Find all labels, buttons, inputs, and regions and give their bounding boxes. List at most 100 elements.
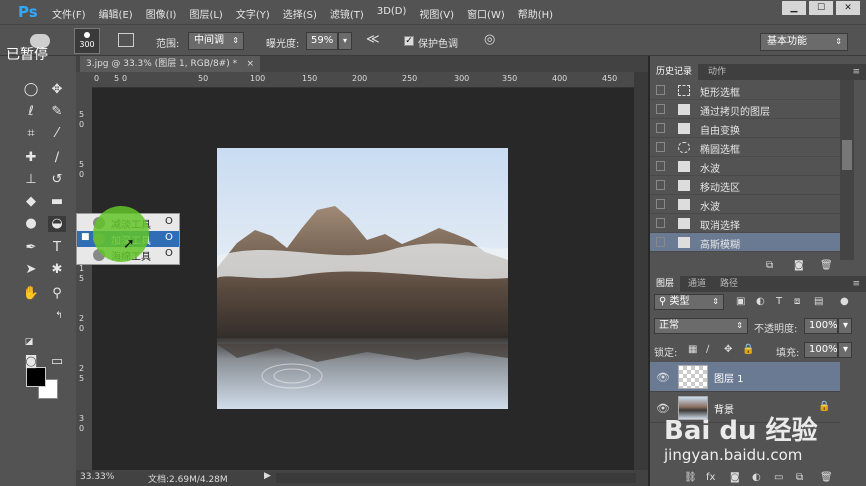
history-item[interactable]: 通过拷贝的图层 bbox=[650, 100, 840, 119]
range-select[interactable]: 中间调 ⇕ bbox=[188, 32, 244, 50]
adjustment-layer-icon[interactable]: ◐ bbox=[752, 472, 761, 483]
clone-stamp-icon[interactable]: ⊥ bbox=[22, 172, 40, 188]
document-tab[interactable]: 3.jpg @ 33.3% (图层 1, RGB/8#) * × bbox=[80, 56, 260, 72]
exposure-dropdown[interactable]: ▾ bbox=[338, 32, 352, 50]
menu-type[interactable]: 文字(Y) bbox=[236, 6, 270, 21]
close-button[interactable]: ✕ bbox=[836, 1, 860, 15]
history-item[interactable]: 移动选区 bbox=[650, 176, 840, 195]
camera-icon[interactable]: ◙ bbox=[794, 260, 804, 271]
history-item[interactable]: 水波 bbox=[650, 157, 840, 176]
history-source-checkbox[interactable] bbox=[656, 180, 665, 190]
brush-panel-icon[interactable] bbox=[118, 33, 134, 47]
link-layers-icon[interactable]: ⛓ bbox=[684, 472, 697, 483]
minimize-button[interactable]: ▁ bbox=[782, 1, 806, 15]
blur-icon[interactable]: ● bbox=[22, 216, 40, 232]
panel-menu-icon[interactable]: ≡ bbox=[852, 276, 860, 292]
trash-icon[interactable]: 🗑 bbox=[820, 260, 833, 271]
protect-tones-checkbox[interactable]: ✓ bbox=[404, 36, 414, 46]
blend-mode-select[interactable]: 正常 ⇕ bbox=[654, 318, 748, 334]
default-colors-icon[interactable]: ◪ bbox=[20, 334, 38, 350]
menu-edit[interactable]: 编辑(E) bbox=[99, 6, 133, 21]
history-source-checkbox[interactable] bbox=[656, 218, 665, 228]
foreground-color-swatch[interactable] bbox=[26, 367, 46, 387]
tab-layers[interactable]: 图层 bbox=[650, 276, 681, 292]
crop-icon[interactable]: ⌗ bbox=[22, 126, 40, 142]
history-source-checkbox[interactable] bbox=[656, 161, 665, 171]
menu-file[interactable]: 文件(F) bbox=[52, 6, 86, 21]
tab-channels[interactable]: 通道 bbox=[682, 276, 712, 292]
menu-3d[interactable]: 3D(D) bbox=[377, 6, 407, 21]
elliptical-marquee-icon[interactable]: ◯ bbox=[22, 82, 40, 98]
dodge-tool-item[interactable]: 减淡工具 O bbox=[77, 215, 179, 231]
filter-adjustment-icon[interactable]: ◐ bbox=[756, 296, 765, 307]
horizontal-scrollbar[interactable] bbox=[276, 473, 636, 483]
zoom-level[interactable]: 33.33% bbox=[80, 472, 114, 482]
lock-position-icon[interactable]: ✥ bbox=[724, 344, 732, 355]
filter-pixel-icon[interactable]: ▣ bbox=[736, 296, 745, 307]
menu-filter[interactable]: 滤镜(T) bbox=[330, 6, 364, 21]
filter-toggle-icon[interactable]: ● bbox=[840, 296, 849, 307]
gradient-icon[interactable]: ▬ bbox=[48, 194, 66, 210]
menu-select[interactable]: 选择(S) bbox=[283, 6, 317, 21]
scroll-thumb[interactable] bbox=[842, 140, 852, 170]
history-item[interactable]: 取消选择 bbox=[650, 214, 840, 233]
path-select-icon[interactable]: ➤ bbox=[22, 262, 40, 278]
menu-help[interactable]: 帮助(H) bbox=[518, 6, 553, 21]
status-menu-arrow-icon[interactable]: ▶ bbox=[264, 471, 271, 481]
lock-image-icon[interactable]: ∕ bbox=[706, 344, 709, 355]
add-mask-icon[interactable]: ◙ bbox=[730, 472, 740, 483]
fill-input[interactable]: 100% bbox=[804, 342, 838, 358]
menu-view[interactable]: 视图(V) bbox=[419, 6, 454, 21]
pen-icon[interactable]: ✒ bbox=[22, 240, 40, 256]
layer-row[interactable]: 👁 图层 1 bbox=[650, 362, 840, 392]
history-item[interactable]: 自由变换 bbox=[650, 119, 840, 138]
trash-icon[interactable]: 🗑 bbox=[820, 472, 833, 483]
layer-row[interactable]: 👁 背景 🔒 bbox=[650, 393, 840, 423]
menu-layer[interactable]: 图层(L) bbox=[189, 6, 222, 21]
history-source-checkbox[interactable] bbox=[656, 104, 665, 114]
layer-name[interactable]: 背景 bbox=[714, 401, 734, 416]
vertical-scrollbar[interactable] bbox=[634, 72, 648, 470]
new-layer-icon[interactable]: ⧉ bbox=[796, 472, 803, 483]
workspace-select[interactable]: 基本功能 ⇕ bbox=[760, 33, 848, 51]
filter-shape-icon[interactable]: ⧈ bbox=[794, 296, 800, 307]
fill-dropdown[interactable]: ▾ bbox=[838, 342, 852, 358]
document-image[interactable] bbox=[217, 148, 508, 409]
healing-brush-icon[interactable]: ✚ bbox=[22, 150, 40, 166]
filter-type-icon[interactable]: T bbox=[776, 296, 782, 307]
close-icon[interactable]: × bbox=[246, 56, 254, 72]
type-icon[interactable]: T bbox=[48, 240, 66, 256]
eraser-icon[interactable]: ◆ bbox=[22, 194, 40, 210]
quick-select-icon[interactable]: ✎ bbox=[48, 104, 66, 120]
fx-icon[interactable]: fx bbox=[706, 472, 715, 483]
maximize-button[interactable]: ☐ bbox=[809, 1, 833, 15]
history-brush-icon[interactable]: ↺ bbox=[48, 172, 66, 188]
filter-smart-object-icon[interactable]: ▤ bbox=[814, 296, 823, 307]
history-source-checkbox[interactable] bbox=[656, 237, 665, 247]
menu-window[interactable]: 窗口(W) bbox=[467, 6, 505, 21]
airbrush-icon[interactable]: ≪ bbox=[366, 32, 380, 47]
history-source-checkbox[interactable] bbox=[656, 123, 665, 133]
history-source-checkbox[interactable] bbox=[656, 199, 665, 209]
screen-mode-icon[interactable]: ▭ bbox=[48, 354, 66, 370]
panel-menu-icon[interactable]: ≡ bbox=[852, 64, 860, 80]
new-group-icon[interactable]: ▭ bbox=[774, 472, 783, 483]
new-document-from-state-icon[interactable]: ⧉ bbox=[766, 260, 773, 271]
menu-image[interactable]: 图像(I) bbox=[146, 6, 177, 21]
move-tool-icon[interactable]: ✥ bbox=[48, 82, 66, 98]
history-item-selected[interactable]: 高斯模糊 bbox=[650, 233, 840, 252]
eye-icon[interactable]: 👁 bbox=[656, 402, 670, 415]
history-item[interactable]: 矩形选框 bbox=[650, 81, 840, 100]
eyedropper-icon[interactable]: ⁄ bbox=[48, 126, 66, 142]
layer-name[interactable]: 图层 1 bbox=[714, 370, 744, 385]
shape-icon[interactable]: ✱ bbox=[48, 262, 66, 278]
eye-icon[interactable]: 👁 bbox=[656, 371, 670, 384]
hand-icon[interactable]: ✋ bbox=[22, 286, 40, 302]
opacity-dropdown[interactable]: ▾ bbox=[838, 318, 852, 334]
pressure-size-icon[interactable]: ◎ bbox=[484, 32, 495, 47]
history-source-checkbox[interactable] bbox=[656, 142, 665, 152]
opacity-input[interactable]: 100% bbox=[804, 318, 838, 334]
layer-filter-select[interactable]: ⚲ 类型 ⇕ bbox=[654, 294, 724, 310]
zoom-icon[interactable]: ⚲ bbox=[48, 286, 66, 302]
history-item[interactable]: 水波 bbox=[650, 195, 840, 214]
